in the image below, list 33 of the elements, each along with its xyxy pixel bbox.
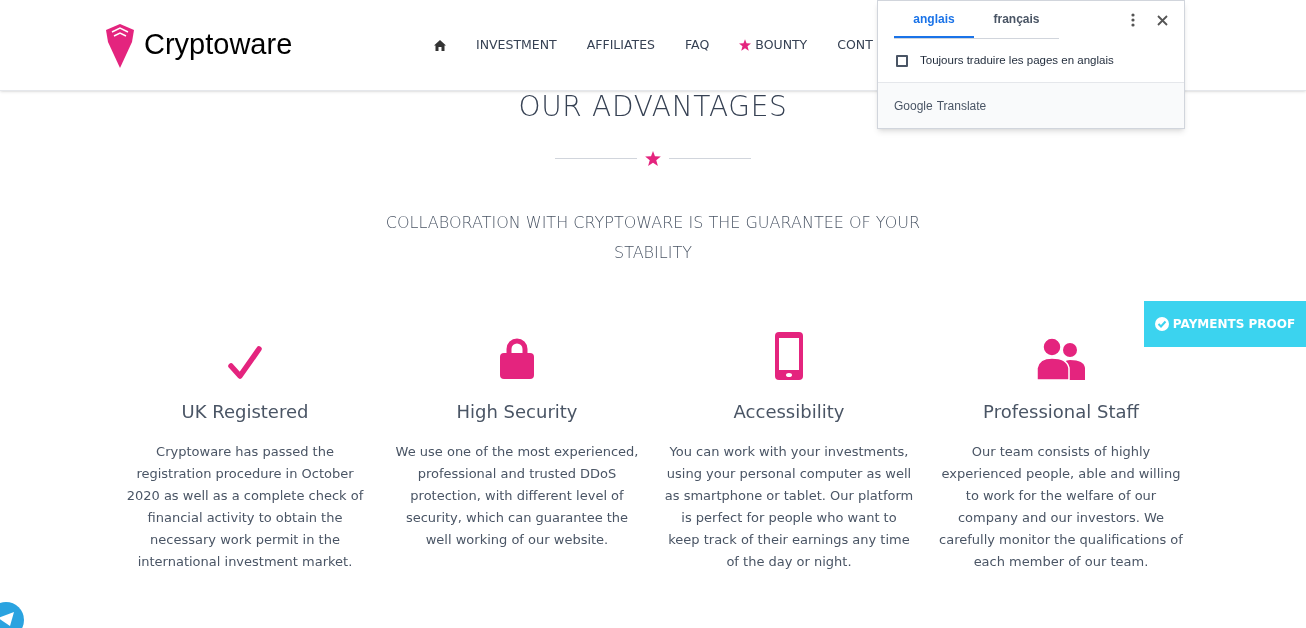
language-tab[interactable]: français xyxy=(974,1,1059,38)
section-subtitle: COLLABORATION WITH CRYPTOWARE IS THE GUARANTEE OF YOUR STABILITY xyxy=(384,212,922,264)
checkbox[interactable] xyxy=(896,54,908,67)
checkmark-icon xyxy=(228,346,262,380)
logo-icon xyxy=(104,22,136,68)
feature-description: Our team consists of highly experienced people, able and willing to work for the welfare of our company and our investors. We carefully monitor the qualifications of each member of our team. xyxy=(938,443,1184,571)
feature-title: Professional Staff xyxy=(983,400,1139,424)
feature-title: High Security xyxy=(456,400,578,424)
lock-icon xyxy=(500,338,534,380)
nav-link[interactable]: AFFILIATES xyxy=(586,35,656,55)
star-icon xyxy=(739,39,752,51)
feature-description: We use one of the most experienced, professional and trusted DDoS protection, with different level of security, which can guarantee the well working of our website. xyxy=(394,443,640,549)
more-options-icon[interactable] xyxy=(1131,13,1135,27)
product-text: Translate xyxy=(936,97,987,115)
phone-icon xyxy=(775,332,803,380)
check-circle-icon xyxy=(1154,317,1169,331)
nav-link[interactable]: CONT xyxy=(837,35,873,55)
brand-text: Google xyxy=(894,97,933,115)
nav-link[interactable]: BOUNTY xyxy=(739,35,808,55)
feature-description: Cryptoware has passed the registration procedure in October 2020 as well as a complete check of financial activity to obtain the necessary work permit in the international investment market. xyxy=(125,443,365,571)
language-tab[interactable]: anglais xyxy=(894,1,974,38)
star-icon xyxy=(645,151,661,166)
nav-link[interactable]: FAQ xyxy=(685,35,710,55)
option-label: Toujours traduire les pages en anglais xyxy=(920,52,1114,68)
close-icon[interactable] xyxy=(1157,14,1168,26)
feature-title: UK Registered xyxy=(181,400,309,424)
nav-link[interactable]: INVESTMENT xyxy=(476,35,557,55)
feature-title: Accessibility xyxy=(733,400,845,424)
home-icon[interactable] xyxy=(434,39,446,51)
logo-text: Cryptoware xyxy=(144,27,293,63)
feature-description: You can work with your investments, using your personal computer as well as smartphone or tablet. Our platform is perfect for people who want to keep track of their earnings any time of the day or night. xyxy=(664,443,914,571)
users-icon xyxy=(1037,338,1085,380)
section-title: OUR ADVANTAGES xyxy=(518,93,788,121)
